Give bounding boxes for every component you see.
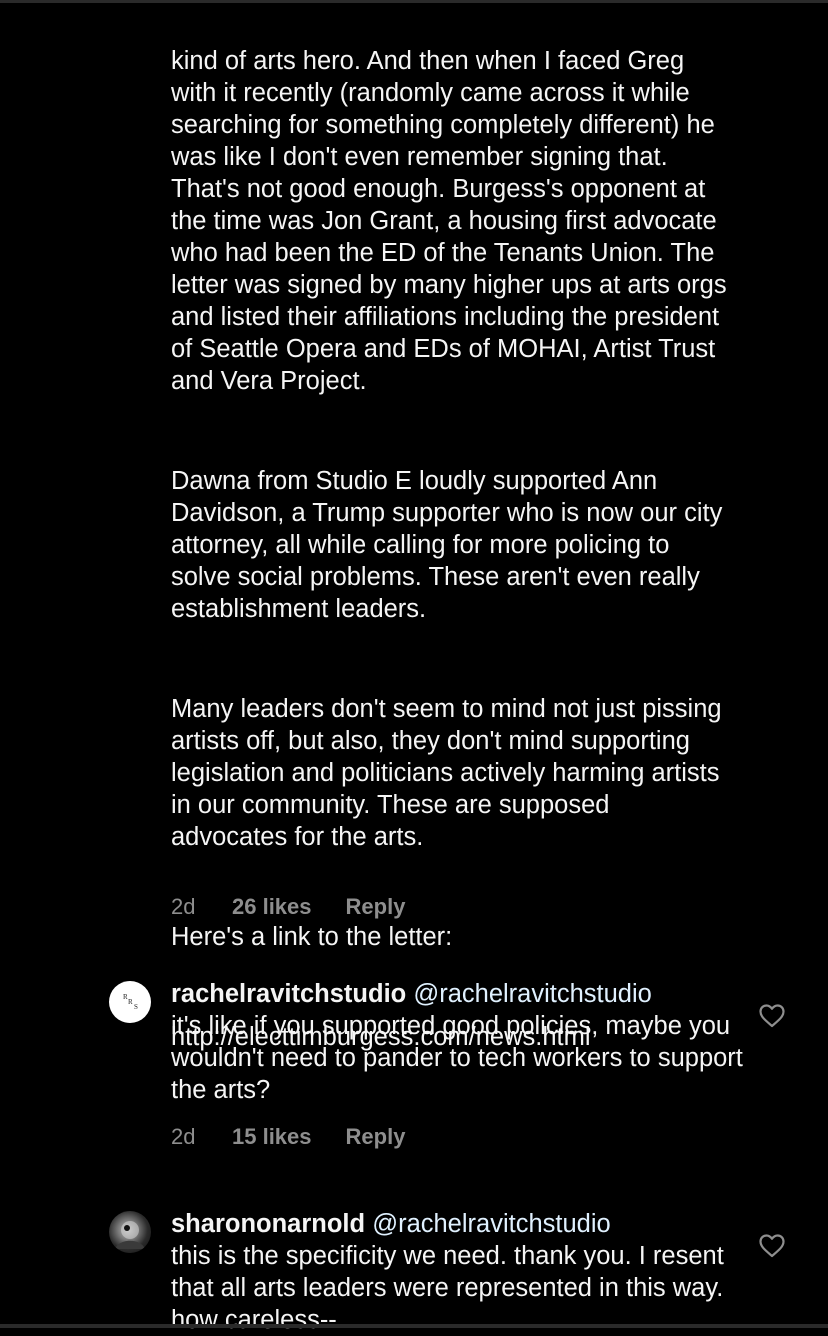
comment-username[interactable]: rachelravitchstudio (171, 980, 406, 1008)
comment-mention[interactable]: @rachelravitchstudio (413, 980, 652, 1008)
comment-meta: 2d 26 likes Reply (171, 894, 405, 920)
comment-paragraph: Here's a link to the letter: (171, 923, 453, 951)
comment-paragraph: Dawna from Studio E loudly supported Ann… (171, 467, 730, 623)
heart-outline-icon[interactable] (759, 1234, 785, 1258)
photo-avatar (115, 1221, 145, 1249)
likes-count[interactable]: 15 likes (232, 1124, 312, 1150)
comment-meta: 2d 15 likes Reply (171, 1124, 405, 1150)
comment-time: 2d (171, 894, 196, 919)
bottom-divider (0, 1324, 828, 1328)
avatar[interactable]: R R S (109, 981, 151, 1023)
comment-text: this is the specificity we need. thank y… (171, 1242, 731, 1334)
reply-button[interactable]: Reply (346, 894, 406, 920)
heart-outline-icon[interactable] (759, 1004, 785, 1028)
comment-mention[interactable]: @rachelravitchstudio (372, 1210, 611, 1238)
comment-username[interactable]: sharononarnold (171, 1210, 365, 1238)
reply-comment: rachelravitchstudio @rachelravitchstudio… (171, 978, 746, 1106)
rrs-logo-avatar: R R S (123, 993, 138, 1011)
comment-paragraph: Many leaders don't seem to mind not just… (171, 695, 729, 851)
svg-text:R: R (128, 998, 133, 1006)
reply-comment: sharononarnold @rachelravitchstudio this… (171, 1208, 746, 1336)
reply-button[interactable]: Reply (346, 1124, 406, 1150)
comment-paragraph: kind of arts hero. And then when I faced… (171, 47, 734, 395)
comment-body-continued: kind of arts hero. And then when I faced… (171, 0, 731, 1085)
comment-time: 2d (171, 1124, 196, 1149)
likes-count[interactable]: 26 likes (232, 894, 312, 920)
avatar[interactable] (109, 1211, 151, 1253)
svg-text:S: S (134, 1003, 138, 1011)
comment-text: it's like if you supported good policies… (171, 1012, 750, 1104)
